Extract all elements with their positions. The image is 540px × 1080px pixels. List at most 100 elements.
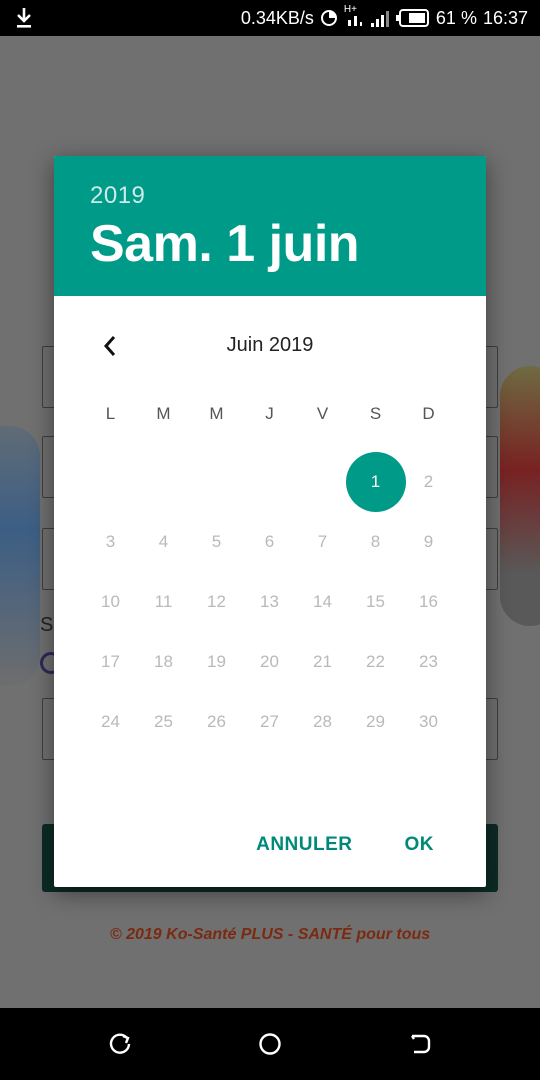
- weekday-label: M: [156, 404, 171, 423]
- back-icon[interactable]: [408, 1032, 432, 1056]
- cancel-button[interactable]: ANNULER: [256, 834, 352, 856]
- calendar-day[interactable]: 22: [349, 632, 402, 692]
- date-picker-dialog: 2019 Sam. 1 juin Juin 2019 L M M J V S D…: [54, 156, 486, 887]
- calendar-week: 10 11 12 13 14 15 16: [84, 572, 486, 632]
- calendar-week: 1 2: [84, 452, 486, 512]
- calendar-week: 3 4 5 6 7 8 9: [84, 512, 486, 572]
- system-navigation-bar: [0, 1008, 540, 1080]
- day-number: 28: [313, 712, 332, 731]
- weekday-label: V: [316, 404, 329, 423]
- home-icon[interactable]: [258, 1032, 282, 1056]
- day-number: 17: [101, 652, 120, 671]
- calendar-day[interactable]: 6: [243, 512, 296, 572]
- calendar-day[interactable]: 12: [190, 572, 243, 632]
- calendar-day-selected[interactable]: 1: [345, 452, 406, 512]
- calendar-day[interactable]: 13: [243, 572, 296, 632]
- calendar-day[interactable]: 25: [137, 692, 190, 752]
- selected-date-display: Sam. 1 juin: [90, 215, 360, 273]
- month-title: Juin 2019: [226, 334, 314, 356]
- day-number: 15: [366, 592, 385, 611]
- background-image-left: [0, 426, 40, 686]
- calendar-day[interactable]: 4: [137, 512, 190, 572]
- calendar-empty-cell: [243, 452, 296, 512]
- calendar-empty-cell: [190, 452, 243, 512]
- weekday-label: S: [369, 404, 382, 423]
- calendar-day[interactable]: 24: [84, 692, 137, 752]
- day-number: 14: [313, 592, 332, 611]
- status-bar: 0.34KB/s H+ 61 % 16:37: [0, 0, 540, 36]
- day-number: 9: [423, 532, 434, 551]
- ok-button[interactable]: OK: [405, 834, 435, 856]
- calendar-day[interactable]: 16: [402, 572, 455, 632]
- calendar-day[interactable]: 5: [190, 512, 243, 572]
- day-number: 3: [105, 532, 116, 551]
- clock: 16:37: [482, 7, 528, 28]
- day-number: 26: [207, 712, 226, 731]
- network-speed: 0.34KB/s: [240, 7, 314, 28]
- calendar-day[interactable]: 17: [84, 632, 137, 692]
- background-label: S: [40, 614, 54, 636]
- calendar-week: 17 18 19 20 21 22 23: [84, 632, 486, 692]
- day-number: 8: [370, 532, 381, 551]
- weekday-label: M: [209, 404, 224, 423]
- day-number: 5: [211, 532, 222, 551]
- day-number: 18: [154, 652, 173, 671]
- calendar-day[interactable]: 21: [296, 632, 349, 692]
- day-number: 1: [370, 472, 381, 491]
- day-number: 22: [366, 652, 385, 671]
- calendar-day[interactable]: 2: [402, 452, 455, 512]
- day-number: 4: [158, 532, 169, 551]
- calendar-day[interactable]: 27: [243, 692, 296, 752]
- battery-icon: [395, 9, 429, 27]
- day-number: 13: [260, 592, 279, 611]
- weekday-label: D: [422, 404, 435, 423]
- calendar-day[interactable]: 15: [349, 572, 402, 632]
- day-number: 30: [419, 712, 438, 731]
- day-number: 7: [317, 532, 328, 551]
- network-type: H+: [344, 4, 364, 30]
- day-number: 2: [423, 472, 434, 491]
- day-number: 25: [154, 712, 173, 731]
- day-number: 10: [101, 592, 120, 611]
- battery-percent: 61 %: [435, 7, 477, 28]
- day-number: 11: [154, 592, 173, 611]
- day-number: 6: [264, 532, 275, 551]
- dialog-actions: ANNULER OK: [256, 803, 486, 887]
- day-number: 19: [207, 652, 226, 671]
- calendar-day[interactable]: 20: [243, 632, 296, 692]
- calendar-day[interactable]: 28: [296, 692, 349, 752]
- recent-apps-icon[interactable]: [108, 1032, 132, 1056]
- calendar-day[interactable]: 19: [190, 632, 243, 692]
- date-picker-header: 2019 Sam. 1 juin: [54, 156, 486, 296]
- signal-icon: [370, 11, 389, 27]
- year-selector[interactable]: 2019: [90, 182, 450, 210]
- day-number: 21: [313, 652, 332, 671]
- weekday-label: L: [105, 404, 116, 423]
- calendar-day[interactable]: 8: [349, 512, 402, 572]
- calendar-day[interactable]: 9: [402, 512, 455, 572]
- weekday-label: J: [265, 404, 274, 423]
- calendar-day[interactable]: 23: [402, 632, 455, 692]
- calendar-day[interactable]: 10: [84, 572, 137, 632]
- month-navigation: Juin 2019: [54, 296, 486, 396]
- calendar-grid: 1 2 3 4 5 6 7 8 9 10 11 12 13 14 15 16 1…: [84, 452, 486, 752]
- calendar-day[interactable]: 29: [349, 692, 402, 752]
- sync-icon: [320, 10, 337, 26]
- calendar-day[interactable]: 7: [296, 512, 349, 572]
- day-number: 27: [260, 712, 279, 731]
- calendar-week: 24 25 26 27 28 29 30: [84, 692, 486, 752]
- download-icon: [17, 8, 31, 28]
- footer-copyright: © 2019 Ko-Santé PLUS - SANTÉ pour tous: [109, 926, 431, 943]
- calendar-day[interactable]: 30: [402, 692, 455, 752]
- day-number: 20: [260, 652, 279, 671]
- weekday-header: L M M J V S D: [84, 404, 486, 424]
- calendar-day[interactable]: 14: [296, 572, 349, 632]
- calendar-day[interactable]: 26: [190, 692, 243, 752]
- day-number: 23: [419, 652, 438, 671]
- calendar-day[interactable]: 3: [84, 512, 137, 572]
- day-number: 12: [207, 592, 226, 611]
- calendar-empty-cell: [84, 452, 137, 512]
- calendar-day[interactable]: 11: [137, 572, 190, 632]
- calendar-day[interactable]: 18: [137, 632, 190, 692]
- day-number: 24: [101, 712, 120, 731]
